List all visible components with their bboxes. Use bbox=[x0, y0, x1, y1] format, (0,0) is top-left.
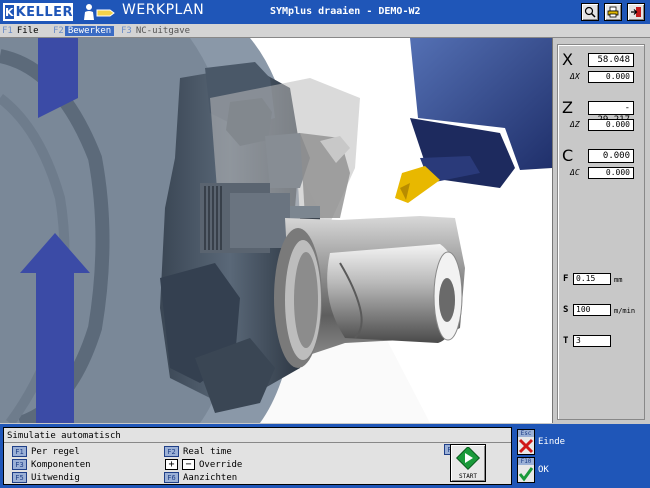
axis-z-value: - 29.217 bbox=[588, 101, 634, 125]
axis-c-value: 0.000 bbox=[588, 149, 634, 163]
menu-bar: F1 File F2 Bewerken F3 NC-uitgave bbox=[0, 24, 650, 38]
check-icon bbox=[518, 467, 534, 482]
menu-key: F1 bbox=[2, 26, 13, 36]
exit-button[interactable] bbox=[627, 3, 645, 21]
simulation-panel: Simulatie automatisch F1 Per regel F3 Ko… bbox=[0, 424, 650, 488]
axis-c-label: C bbox=[562, 146, 574, 165]
axis-x-label: X bbox=[562, 50, 573, 69]
tool-label: T bbox=[563, 336, 569, 346]
axis-c-delta-value: 0.000 bbox=[588, 167, 634, 179]
menu-item-bewerken[interactable]: F2 Bewerken bbox=[52, 25, 115, 37]
per-regel-option[interactable]: Per regel bbox=[31, 447, 80, 457]
start-button[interactable]: START bbox=[450, 444, 486, 482]
menu-label: File bbox=[16, 26, 39, 36]
print-button[interactable] bbox=[604, 3, 622, 21]
lathe-simulation-render bbox=[0, 38, 552, 423]
esc-key: Esc bbox=[518, 430, 534, 437]
f6-key[interactable]: F6 bbox=[164, 472, 179, 483]
feed-unit: mm bbox=[614, 276, 623, 284]
speed-label: S bbox=[563, 305, 569, 315]
f1-key[interactable]: F1 bbox=[12, 446, 27, 457]
app-name: WERKPLAN bbox=[122, 2, 205, 18]
simulation-title: Simulatie automatisch bbox=[7, 431, 121, 441]
menu-label: NC-uitgave bbox=[135, 26, 191, 36]
position-panel-frame: X 58.048 ΔX 0.000 Z - 29.217 ΔZ 0.000 C … bbox=[557, 44, 645, 420]
speed-unit: m/min bbox=[614, 307, 636, 315]
override-minus-button[interactable]: − bbox=[182, 459, 195, 470]
simulation-viewport[interactable] bbox=[0, 38, 553, 423]
f5-key[interactable]: F5 bbox=[12, 472, 27, 483]
speed-value: 100 bbox=[573, 304, 611, 316]
f10-key: F10 bbox=[518, 458, 534, 465]
ok-label: OK bbox=[538, 465, 549, 475]
axis-z-delta-value: 0.000 bbox=[588, 119, 634, 131]
feed-label: F bbox=[563, 274, 569, 284]
uitwendig-option[interactable]: Uitwendig bbox=[31, 473, 80, 483]
search-icon bbox=[584, 6, 596, 18]
esc-button[interactable]: Esc bbox=[517, 429, 535, 455]
axis-z-label: Z bbox=[562, 98, 573, 117]
real-time-option[interactable]: Real time bbox=[183, 447, 232, 457]
aanzichten-option[interactable]: Aanzichten bbox=[183, 473, 237, 483]
divider bbox=[4, 442, 511, 443]
menu-label: Bewerken bbox=[64, 26, 115, 36]
tool-value: 3 bbox=[573, 335, 611, 347]
f10-ok-button[interactable]: F10 bbox=[517, 457, 535, 483]
feed-value: 0.15 bbox=[573, 273, 611, 285]
menu-key: F3 bbox=[121, 26, 132, 36]
override-plus-button[interactable]: + bbox=[165, 459, 178, 470]
axis-c-delta-label: ΔC bbox=[570, 168, 580, 177]
axis-x-delta-label: ΔX bbox=[570, 72, 580, 81]
start-label: START bbox=[458, 473, 478, 480]
axis-x-value: 58.048 bbox=[588, 53, 634, 67]
position-panel: X 58.048 ΔX 0.000 Z - 29.217 ΔZ 0.000 C … bbox=[553, 38, 650, 423]
menu-key: F2 bbox=[53, 26, 64, 36]
menu-item-nc-uitgave[interactable]: F3 NC-uitgave bbox=[120, 25, 193, 37]
cancel-x-icon bbox=[518, 438, 534, 454]
search-button[interactable] bbox=[581, 3, 599, 21]
exit-icon bbox=[631, 7, 641, 17]
window-title: SYMplus draaien - DEMO-W2 bbox=[270, 6, 421, 17]
title-bar: K KELLER WERKPLAN SYMplus draaien - DEMO… bbox=[0, 0, 650, 24]
keller-logo: K KELLER bbox=[2, 2, 74, 22]
einde-label-text: Einde bbox=[538, 437, 566, 447]
user-pencil-icon bbox=[84, 4, 115, 20]
start-icon bbox=[455, 447, 481, 471]
keller-logo-mark: K bbox=[5, 5, 14, 19]
keller-logo-text: KELLER bbox=[15, 4, 73, 20]
override-label: Override bbox=[199, 460, 243, 470]
simulation-controls: Simulatie automatisch F1 Per regel F3 Ko… bbox=[3, 427, 512, 485]
menu-item-file[interactable]: F1 File bbox=[1, 25, 42, 37]
axis-x-delta-value: 0.000 bbox=[588, 71, 634, 83]
axis-z-delta-label: ΔZ bbox=[570, 120, 580, 129]
printer-icon bbox=[607, 6, 619, 18]
komponenten-option[interactable]: Komponenten bbox=[31, 460, 91, 470]
f3-key[interactable]: F3 bbox=[12, 459, 27, 470]
f2-key[interactable]: F2 bbox=[164, 446, 179, 457]
